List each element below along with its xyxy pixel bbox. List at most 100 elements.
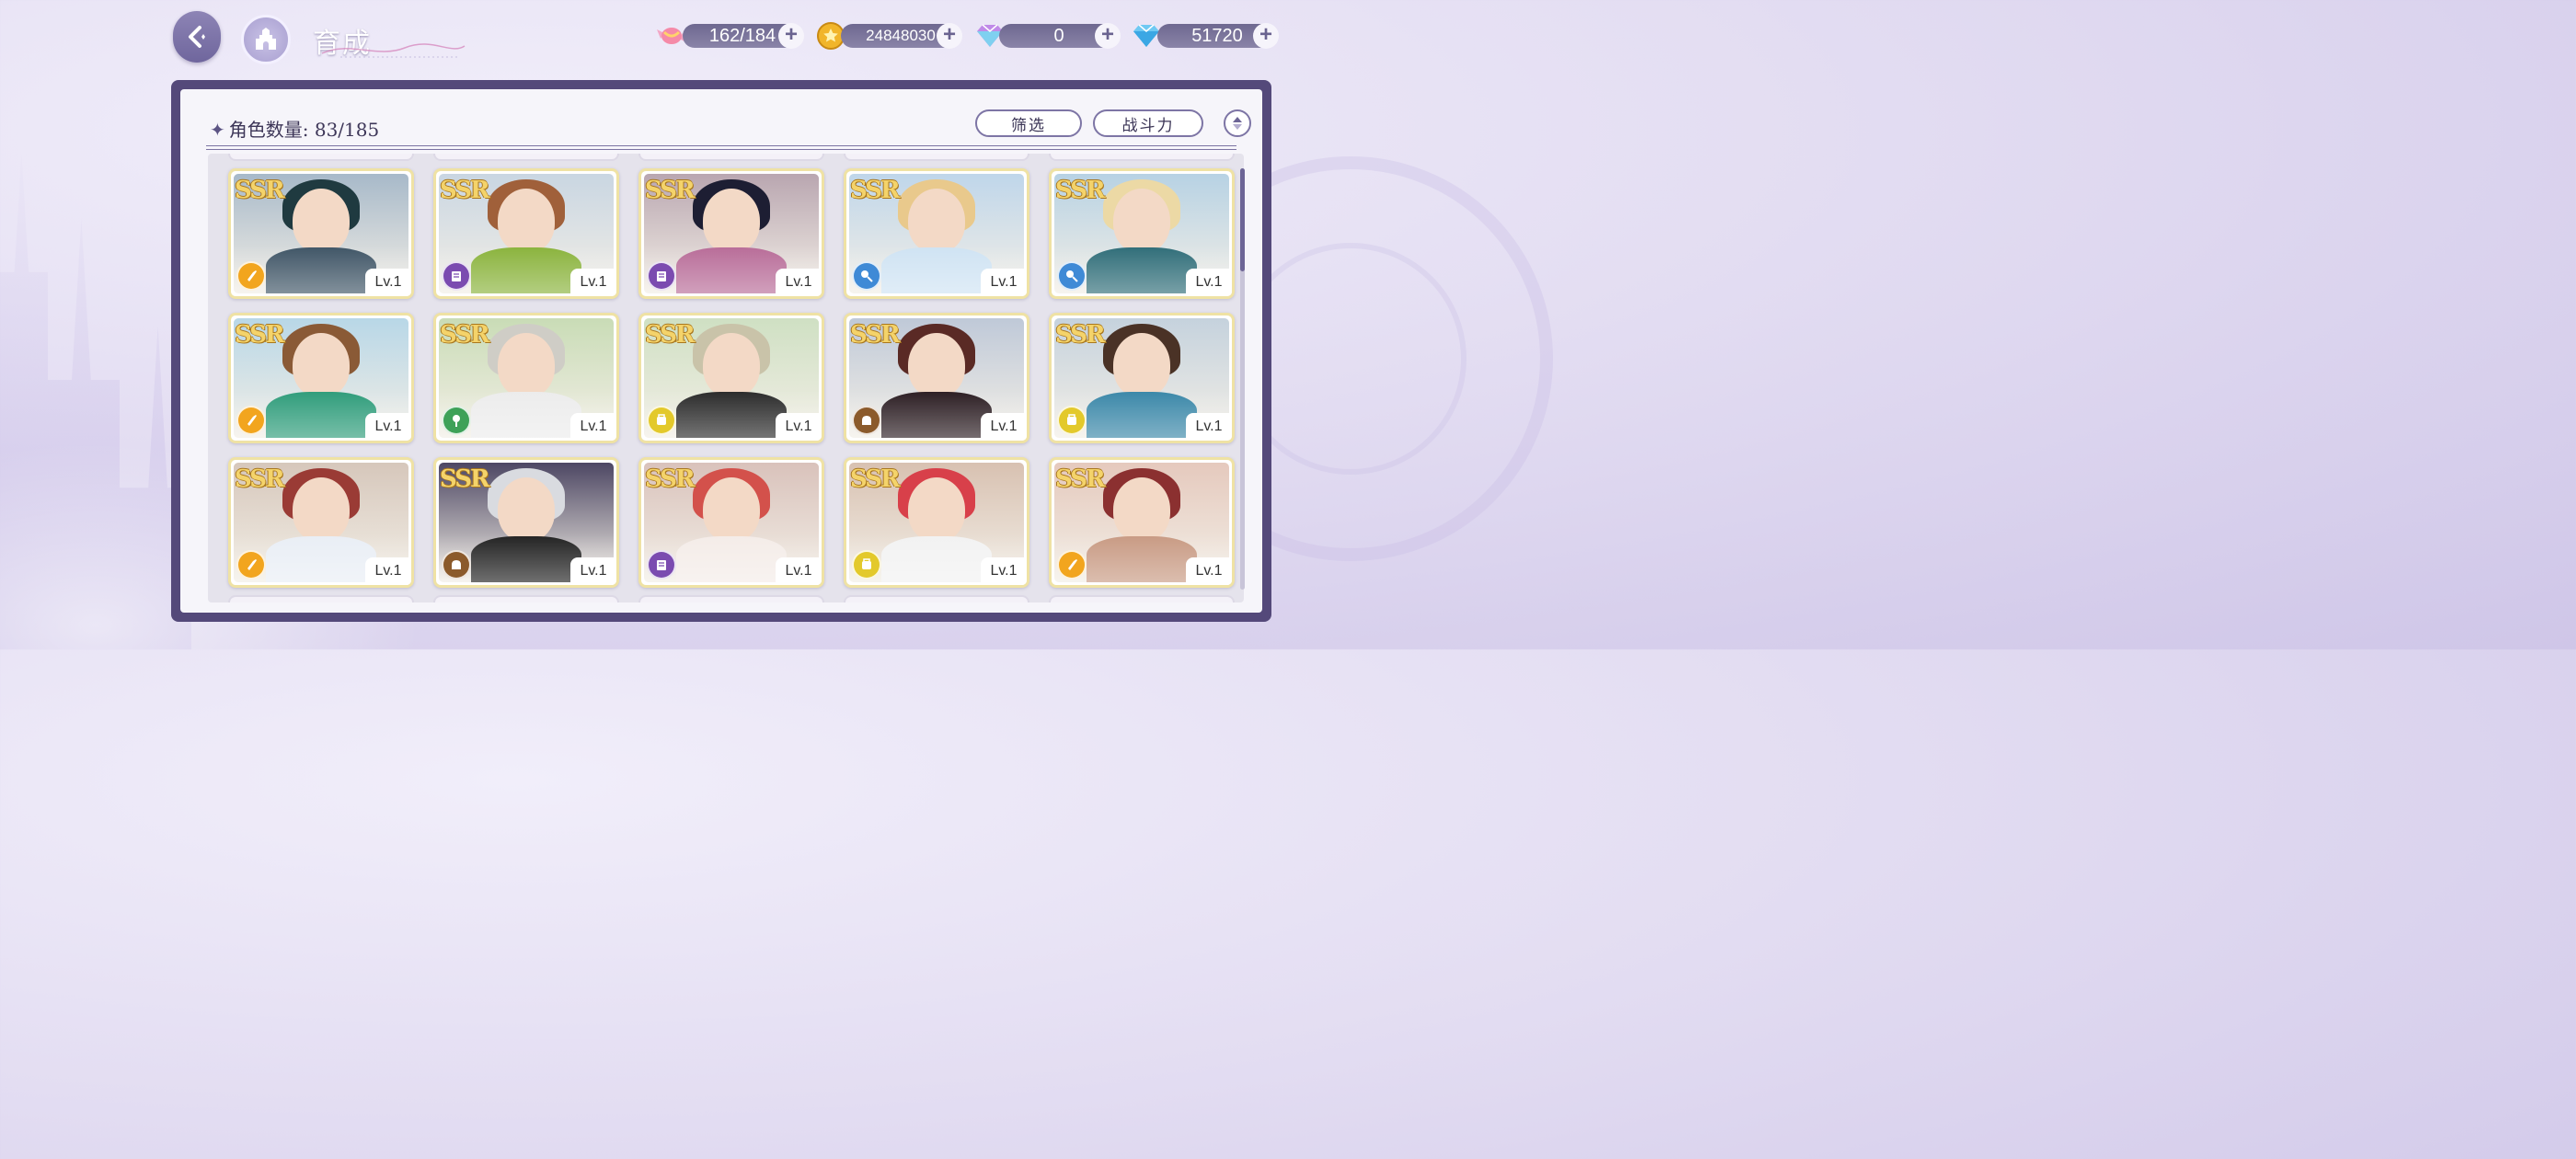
sort-order-icon [1233, 117, 1242, 130]
element-purple-icon [647, 550, 676, 580]
character-card[interactable]: SSR Lv.1 [638, 457, 824, 588]
card-peek-top [1049, 154, 1235, 161]
character-face [703, 189, 760, 253]
element-yellow-icon [852, 550, 881, 580]
home-button[interactable] [241, 15, 291, 64]
level-label: Lv.1 [776, 557, 822, 585]
character-face [498, 333, 555, 397]
character-face [293, 333, 350, 397]
character-card[interactable]: SSR Lv.1 [433, 457, 619, 588]
character-count-label: 角色数量: 83/185 [228, 119, 380, 141]
character-card[interactable]: SSR Lv.1 [1049, 168, 1235, 299]
rarity-badge: SSR [235, 465, 285, 493]
character-face [1113, 333, 1170, 397]
level-label: Lv.1 [981, 269, 1027, 296]
element-green-icon [442, 406, 471, 435]
rarity-badge: SSR [1055, 177, 1106, 204]
element-brown-icon [442, 550, 471, 580]
level-label: Lv.1 [570, 413, 616, 441]
character-face [293, 477, 350, 542]
level-label: Lv.1 [1186, 557, 1232, 585]
element-orange-icon [236, 261, 266, 291]
character-card[interactable]: SSR Lv.1 [228, 457, 414, 588]
level-label: Lv.1 [1186, 413, 1232, 441]
element-purple-icon [647, 261, 676, 291]
diamond-add-button[interactable]: + [1253, 23, 1279, 49]
element-brown-icon [852, 406, 881, 435]
level-label: Lv.1 [365, 413, 411, 441]
rarity-badge: SSR [850, 177, 901, 204]
grid-scroll-thumb[interactable] [1240, 168, 1245, 271]
header-divider [206, 145, 1236, 150]
character-face [908, 477, 965, 542]
character-card[interactable]: SSR Lv.1 [433, 168, 619, 299]
character-face [703, 333, 760, 397]
rarity-badge: SSR [440, 177, 490, 204]
level-label: Lv.1 [570, 557, 616, 585]
back-button[interactable] [173, 11, 221, 63]
rarity-badge: SSR [1055, 321, 1106, 349]
element-blue-icon [1057, 261, 1087, 291]
card-peek-bottom [228, 595, 414, 602]
card-peek-bottom [638, 595, 824, 602]
diamond-counter: 51720 + [1157, 23, 1279, 49]
rarity-badge: SSR [645, 177, 696, 204]
character-card[interactable]: SSR Lv.1 [1049, 313, 1235, 443]
gold-value: 24848030 [866, 27, 936, 44]
filter-button[interactable]: 筛选 [975, 109, 1082, 137]
character-card[interactable]: SSR Lv.1 [228, 313, 414, 443]
level-label: Lv.1 [981, 413, 1027, 441]
card-peek-top [638, 154, 824, 161]
rarity-badge: SSR [1055, 465, 1106, 493]
rarity-badge: SSR [235, 321, 285, 349]
element-orange-icon [236, 406, 266, 435]
character-card[interactable]: SSR Lv.1 [228, 168, 414, 299]
back-arrow-icon [189, 26, 205, 48]
level-label: Lv.1 [981, 557, 1027, 585]
card-peek-top [433, 154, 619, 161]
candy-add-button[interactable]: + [778, 23, 804, 49]
card-peek-bottom [433, 595, 619, 602]
sort-by-power-button[interactable]: 战斗力 [1093, 109, 1203, 137]
card-peek-top [228, 154, 414, 161]
character-face [908, 189, 965, 253]
level-label: Lv.1 [776, 413, 822, 441]
candy-counter: 162/184 + [683, 23, 804, 49]
level-label: Lv.1 [365, 557, 411, 585]
element-yellow-icon [647, 406, 676, 435]
character-card[interactable]: SSR Lv.1 [844, 313, 1029, 443]
rarity-badge: SSR [440, 465, 490, 493]
character-card[interactable]: SSR Lv.1 [433, 313, 619, 443]
level-label: Lv.1 [776, 269, 822, 296]
card-peek-bottom [844, 595, 1029, 602]
character-card[interactable]: SSR Lv.1 [844, 168, 1029, 299]
rainbow-gem-value: 0 [1053, 25, 1064, 46]
character-card[interactable]: SSR Lv.1 [844, 457, 1029, 588]
character-card[interactable]: SSR Lv.1 [1049, 457, 1235, 588]
candy-value: 162/184 [708, 25, 776, 46]
sort-order-button[interactable] [1224, 109, 1251, 137]
castle-home-icon [256, 28, 276, 50]
rainbow-gem-add-button[interactable]: + [1095, 23, 1121, 49]
title-scribble-decoration [321, 43, 466, 58]
character-card[interactable]: SSR Lv.1 [638, 313, 824, 443]
gold-add-button[interactable]: + [937, 23, 962, 49]
grid-scrollbar[interactable] [1240, 168, 1245, 590]
character-face [293, 189, 350, 253]
card-peek-bottom [1049, 595, 1235, 602]
character-face [908, 333, 965, 397]
character-face [498, 189, 555, 253]
level-label: Lv.1 [570, 269, 616, 296]
character-face [1113, 477, 1170, 542]
character-face [1113, 189, 1170, 253]
element-purple-icon [442, 261, 471, 291]
character-card[interactable]: SSR Lv.1 [638, 168, 824, 299]
element-orange-icon [1057, 550, 1087, 580]
gold-counter: 24848030 + [841, 23, 962, 49]
element-blue-icon [852, 261, 881, 291]
character-grid[interactable]: SSR Lv.1 SSR Lv.1 SSR Lv.1 SSR Lv.1 SSR Lv.1 SSR Lv… [208, 154, 1244, 602]
card-peek-top [844, 154, 1029, 161]
character-face [498, 477, 555, 542]
panel-inner: ✦ 角色数量: 83/185 筛选 战斗力 SSR Lv.1 SSR Lv.1 SSR Lv… [180, 89, 1262, 613]
character-panel: ✦ 角色数量: 83/185 筛选 战斗力 SSR Lv.1 SSR Lv.1 SSR Lv… [171, 80, 1271, 622]
